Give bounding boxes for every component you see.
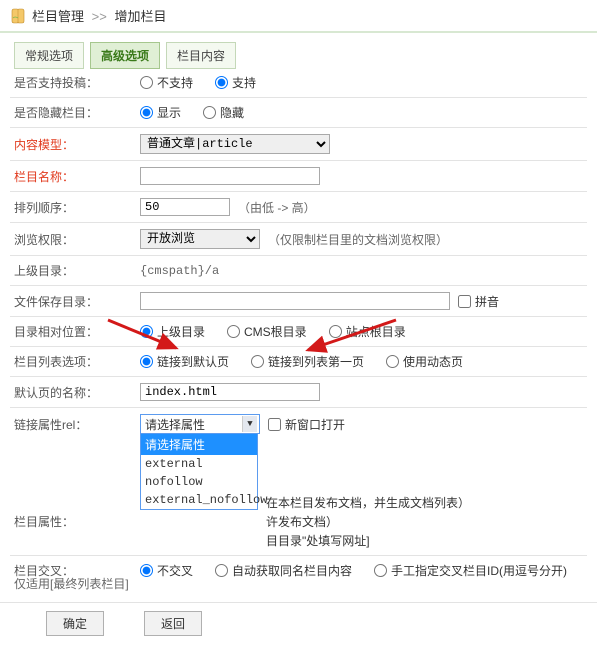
colattr-c: 目目录"处填写网址] bbox=[266, 532, 370, 549]
input-savepath[interactable] bbox=[140, 292, 450, 310]
radio-siteroot[interactable] bbox=[329, 325, 342, 338]
label-contribute: 是否支持投稿： bbox=[10, 74, 140, 91]
tab-content[interactable]: 栏目内容 bbox=[166, 42, 236, 69]
chk-newwin[interactable] bbox=[268, 418, 281, 431]
radio-support-label: 支持 bbox=[232, 74, 256, 91]
rel-opt-4[interactable]: external_nofollow bbox=[141, 491, 257, 509]
colattr-b: 许发布文档） bbox=[266, 513, 338, 530]
radio-manualcross[interactable] bbox=[374, 564, 387, 577]
chevron-down-icon[interactable]: ▼ bbox=[242, 416, 257, 432]
tab-advanced[interactable]: 高级选项 bbox=[90, 42, 160, 69]
radio-usedyn[interactable] bbox=[386, 355, 399, 368]
rel-opt-3[interactable]: nofollow bbox=[141, 473, 257, 491]
input-colname[interactable] bbox=[140, 167, 320, 185]
select-model[interactable]: 普通文章|article bbox=[140, 134, 330, 154]
radio-show[interactable] bbox=[140, 106, 153, 119]
label-relpos: 目录相对位置： bbox=[10, 323, 140, 340]
crumb-b: 增加栏目 bbox=[114, 9, 166, 24]
rel-opt-2[interactable]: external bbox=[141, 455, 257, 473]
tab-general[interactable]: 常规选项 bbox=[14, 42, 84, 69]
label-browse: 浏览权限： bbox=[10, 231, 140, 248]
radio-cmsroot[interactable] bbox=[227, 325, 240, 338]
radio-nosupport-label: 不支持 bbox=[157, 74, 193, 91]
label-model: 内容模型： bbox=[10, 136, 140, 153]
chk-pinyin[interactable] bbox=[458, 295, 471, 308]
tabs: 常规选项 高级选项 栏目内容 bbox=[0, 33, 597, 68]
newwin-label: 新窗口打开 bbox=[285, 416, 345, 433]
label-linkrel: 链接属性rel： bbox=[10, 416, 140, 433]
radio-show-label: 显示 bbox=[157, 104, 181, 121]
radio-support[interactable] bbox=[215, 76, 228, 89]
radio-linkfirst[interactable] bbox=[251, 355, 264, 368]
label-listopt: 栏目列表选项： bbox=[10, 353, 140, 370]
rel-opt-1[interactable]: 请选择属性 bbox=[141, 434, 257, 455]
select-browse[interactable]: 开放浏览 bbox=[140, 229, 260, 249]
crumb-sep: >> bbox=[92, 9, 107, 24]
label-order: 排列顺序： bbox=[10, 199, 140, 216]
book-icon bbox=[10, 8, 26, 24]
crumb-a[interactable]: 栏目管理 bbox=[32, 9, 84, 24]
order-hint: （由低 -> 高） bbox=[238, 199, 316, 216]
radio-hide[interactable] bbox=[203, 106, 216, 119]
colattr-a: 在本栏目发布文档，并生成文档列表） bbox=[266, 494, 470, 511]
radio-hide-label: 隐藏 bbox=[220, 104, 244, 121]
input-order[interactable] bbox=[140, 198, 230, 216]
pinyin-label: 拼音 bbox=[475, 293, 499, 310]
label-savepath: 文件保存目录： bbox=[10, 293, 140, 310]
back-button[interactable]: 返回 bbox=[144, 611, 202, 636]
breadcrumb-bar: 栏目管理 >> 增加栏目 bbox=[0, 0, 597, 33]
cross-sub: 仅适用[最终列表栏目] bbox=[10, 575, 140, 592]
browse-hint: （仅限制栏目里的文档浏览权限） bbox=[268, 231, 448, 248]
parent-path: {cmspath}/a bbox=[140, 264, 219, 278]
rel-options-list: 请选择属性 external nofollow external_nofollo… bbox=[140, 433, 258, 510]
input-defname[interactable] bbox=[140, 383, 320, 401]
radio-autocross[interactable] bbox=[215, 564, 228, 577]
label-colattr: 栏目属性： bbox=[10, 513, 140, 530]
ok-button[interactable]: 确定 bbox=[46, 611, 104, 636]
label-parent: 上级目录： bbox=[10, 262, 140, 279]
label-hide: 是否隐藏栏目： bbox=[10, 104, 140, 121]
radio-nocross[interactable] bbox=[140, 564, 153, 577]
radio-nosupport[interactable] bbox=[140, 76, 153, 89]
label-defname: 默认页的名称： bbox=[10, 384, 140, 401]
radio-linkdefault[interactable] bbox=[140, 355, 153, 368]
select-rel[interactable]: 请选择属性▼ 请选择属性 external nofollow external_… bbox=[140, 414, 260, 434]
label-name: 栏目名称： bbox=[10, 168, 140, 185]
radio-parentdir[interactable] bbox=[140, 325, 153, 338]
